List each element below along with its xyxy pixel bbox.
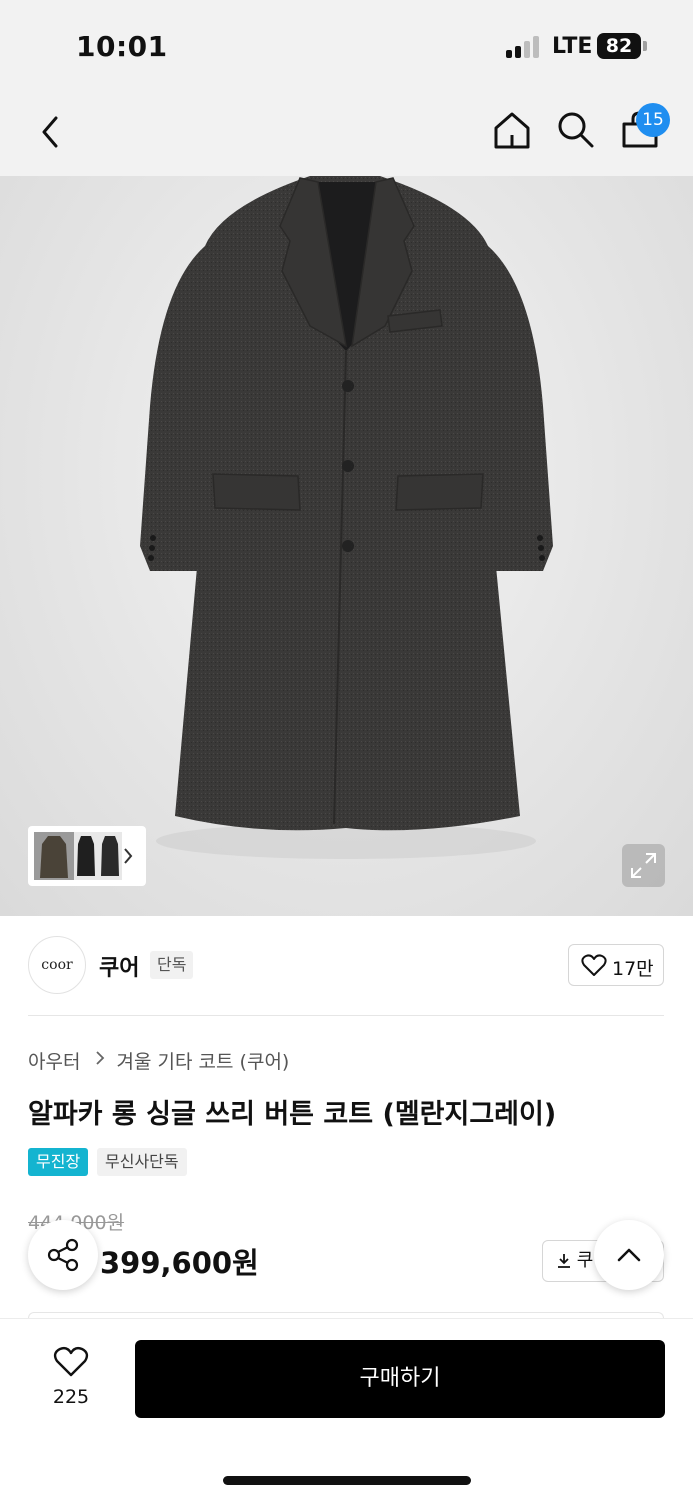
brand-exclusive-badge: 단독 bbox=[150, 951, 194, 979]
coat-image bbox=[140, 176, 553, 859]
chevron-up-icon bbox=[617, 1248, 641, 1262]
buy-button[interactable]: 구매하기 bbox=[135, 1340, 665, 1418]
thumbnail-3[interactable] bbox=[98, 832, 122, 880]
brand-logo[interactable]: coor bbox=[28, 936, 86, 994]
scroll-top-button[interactable] bbox=[594, 1220, 664, 1290]
thumbnail-1[interactable] bbox=[34, 832, 74, 880]
home-indicator bbox=[223, 1476, 471, 1485]
section-divider bbox=[28, 1015, 664, 1016]
heart-icon bbox=[53, 1346, 89, 1377]
breadcrumb: 아우터 겨울 기타 코트 (쿠어) bbox=[28, 1047, 289, 1074]
tag-musinsa-exclusive: 무신사단독 bbox=[97, 1148, 187, 1176]
back-icon[interactable] bbox=[36, 112, 64, 152]
final-price: 399,600원 bbox=[100, 1246, 259, 1280]
wish-count: 225 bbox=[52, 1386, 90, 1408]
breadcrumb-subcategory[interactable]: 겨울 기타 코트 (쿠어) bbox=[117, 1047, 290, 1074]
brand-like-count: 17만 bbox=[612, 958, 654, 980]
status-time: 10:01 bbox=[76, 30, 168, 63]
share-icon bbox=[47, 1238, 79, 1272]
expand-button[interactable] bbox=[622, 844, 665, 887]
network-type: LTE bbox=[552, 34, 593, 59]
battery-icon: 82 bbox=[597, 33, 641, 59]
heart-icon bbox=[581, 954, 607, 976]
download-icon bbox=[558, 1254, 570, 1268]
brand-name[interactable]: 쿠어 bbox=[99, 950, 139, 982]
header-nav bbox=[0, 90, 693, 176]
battery-tip bbox=[643, 41, 647, 51]
expand-icon bbox=[631, 853, 656, 878]
cart-count-badge: 15 bbox=[636, 103, 670, 137]
brand-like-button[interactable]: 17만 bbox=[568, 944, 664, 986]
search-icon[interactable] bbox=[554, 108, 598, 152]
thumbnail-2[interactable] bbox=[74, 832, 98, 880]
chevron-right-icon bbox=[95, 1050, 105, 1071]
product-image[interactable] bbox=[0, 176, 693, 916]
home-icon[interactable] bbox=[490, 108, 534, 152]
coupon-label: 쿠 bbox=[576, 1250, 594, 1271]
breadcrumb-category[interactable]: 아우터 bbox=[28, 1047, 80, 1074]
thumbnail-next-icon[interactable] bbox=[122, 846, 134, 871]
tag-mujinjang: 무진장 bbox=[28, 1148, 89, 1176]
signal-icon bbox=[506, 36, 540, 58]
product-title: 알파카 롱 싱글 쓰리 버튼 코트 (멜란지그레이) bbox=[28, 1099, 557, 1130]
status-bar: 10:01 LTE 82 bbox=[0, 0, 693, 90]
wish-button[interactable]: 225 bbox=[40, 1340, 102, 1416]
share-button[interactable] bbox=[28, 1220, 98, 1290]
